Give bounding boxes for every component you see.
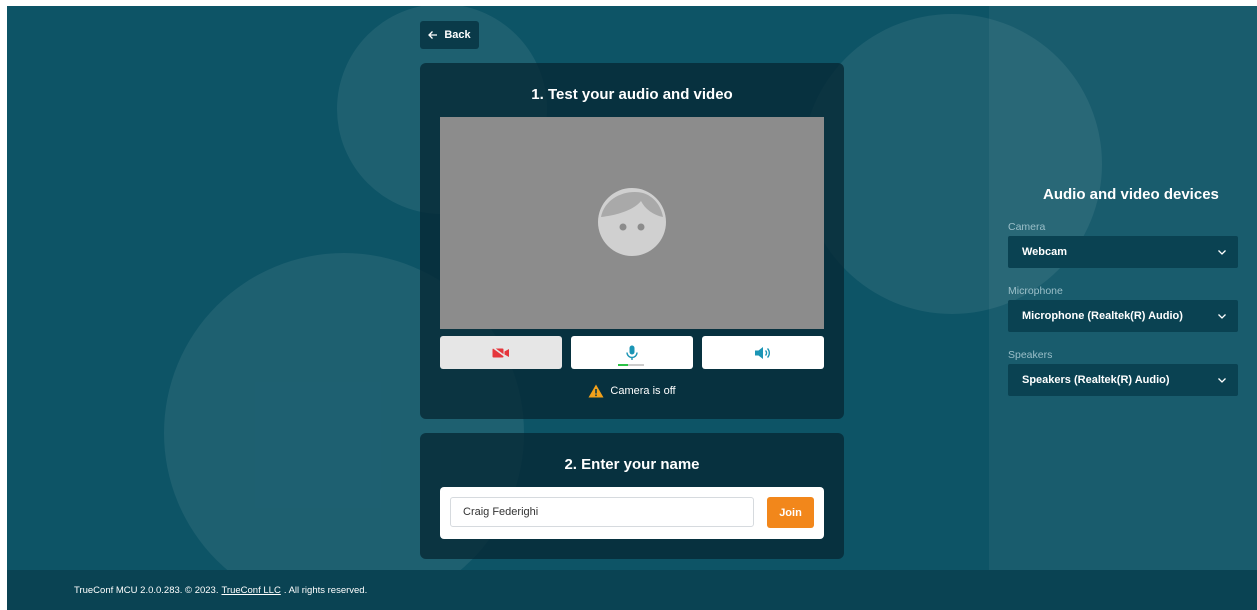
warning-icon — [588, 384, 604, 398]
chevron-down-icon — [1218, 249, 1226, 255]
video-preview — [440, 117, 824, 329]
camera-off-icon — [492, 346, 509, 359]
chevron-down-icon — [1218, 377, 1226, 383]
speakers-select[interactable]: Speakers (Realtek(R) Audio) — [1008, 364, 1238, 396]
microphone-label: Microphone — [1008, 285, 1063, 297]
microphone-select-value: Microphone (Realtek(R) Audio) — [1022, 310, 1183, 322]
camera-select[interactable]: Webcam — [1008, 236, 1238, 268]
microphone-toggle-button[interactable] — [571, 336, 693, 369]
back-label: Back — [444, 29, 471, 41]
name-input[interactable] — [450, 497, 754, 527]
speaker-test-button[interactable] — [702, 336, 824, 369]
devices-title: Audio and video devices — [1043, 186, 1219, 203]
microphone-icon — [626, 345, 638, 360]
name-form: Join — [440, 487, 824, 539]
speakers-label: Speakers — [1008, 349, 1053, 361]
microphone-level-fill — [618, 364, 629, 366]
name-card-title: 2. Enter your name — [564, 456, 700, 473]
microphone-level-meter — [618, 364, 644, 366]
chevron-down-icon — [1218, 313, 1226, 319]
camera-select-value: Webcam — [1022, 246, 1068, 258]
speaker-icon — [755, 346, 770, 359]
arrow-left-icon — [428, 31, 438, 39]
test-card-title: 1. Test your audio and video — [531, 86, 733, 103]
test-media-card: 1. Test your audio and video Camera is o… — [420, 63, 844, 419]
camera-status: Camera is off — [420, 384, 844, 398]
camera-label: Camera — [1008, 221, 1046, 233]
enter-name-card: 2. Enter your name Join — [420, 433, 844, 559]
app-window: Back 1. Test your audio and video Camera… — [7, 6, 1257, 610]
footer-rights: . All rights reserved. — [283, 584, 368, 596]
join-button[interactable]: Join — [767, 497, 814, 528]
back-button[interactable]: Back — [420, 21, 479, 49]
microphone-select[interactable]: Microphone (Realtek(R) Audio) — [1008, 300, 1238, 332]
footer-company-link[interactable]: TrueConf LLC — [221, 585, 280, 596]
footer-copyright: TrueConf MCU 2.0.0.283. © 2023. — [74, 584, 219, 596]
avatar-placeholder-icon — [598, 188, 666, 256]
camera-toggle-button[interactable] — [440, 336, 562, 369]
speakers-select-value: Speakers (Realtek(R) Audio) — [1022, 374, 1170, 386]
footer: TrueConf MCU 2.0.0.283. © 2023. TrueConf… — [7, 570, 1257, 610]
camera-status-text: Camera is off — [610, 385, 676, 397]
